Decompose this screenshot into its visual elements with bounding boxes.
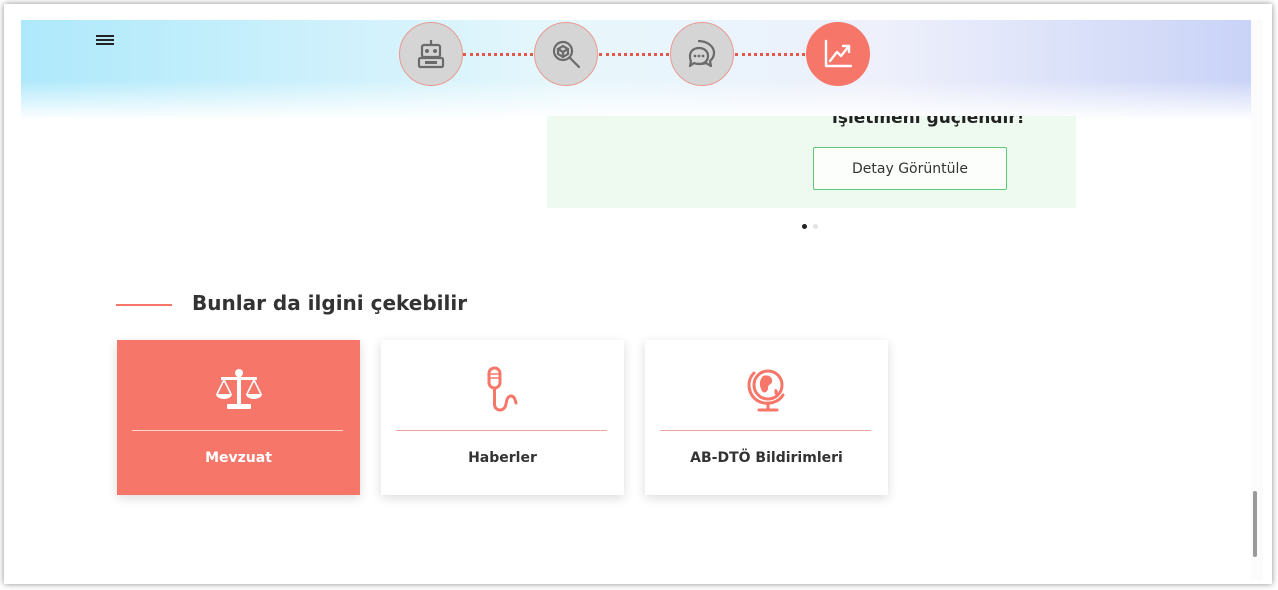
trend-chart-icon	[824, 39, 853, 68]
promo-heading: işletmeni güçlendir!	[832, 116, 1025, 128]
section-accent-line	[116, 304, 172, 306]
detail-button[interactable]: Detay Görüntüle	[813, 147, 1007, 190]
step-growth[interactable]	[806, 22, 870, 86]
step-connector	[735, 53, 805, 56]
card-divider	[132, 430, 343, 431]
card-divider	[396, 430, 607, 431]
chat-bubbles-icon	[688, 39, 716, 68]
box-search-icon	[552, 40, 581, 69]
card-label: Haberler	[468, 450, 537, 466]
card-divider	[660, 430, 871, 431]
step-connector	[599, 53, 669, 56]
card-label: AB-DTÖ Bildirimleri	[690, 450, 843, 466]
robot-icon	[417, 40, 445, 69]
step-chat[interactable]	[670, 22, 734, 86]
step-search[interactable]	[534, 22, 598, 86]
scrollbar-thumb[interactable]	[1253, 491, 1257, 557]
globe-icon	[747, 369, 784, 412]
section-title: Bunlar da ilgini çekebilir	[192, 291, 468, 315]
step-connector	[463, 53, 533, 56]
carousel-dot[interactable]	[813, 224, 818, 229]
microphone-icon	[487, 366, 517, 412]
hamburger-menu-icon[interactable]	[96, 33, 114, 47]
scales-icon	[215, 369, 262, 409]
step-robot[interactable]	[399, 22, 463, 86]
card-haberler[interactable]: Haberler	[381, 340, 624, 495]
card-mevzuat[interactable]: Mevzuat	[117, 340, 360, 495]
carousel-dot-active[interactable]	[802, 224, 807, 229]
header-background	[21, 20, 1251, 120]
card-label: Mevzuat	[205, 450, 272, 466]
promo-banner: işletmeni güçlendir! Detay Görüntüle	[547, 116, 1076, 208]
card-ab-dto[interactable]: AB-DTÖ Bildirimleri	[645, 340, 888, 495]
page: işletmeni güçlendir! Detay Görüntüle Bun…	[21, 20, 1251, 580]
browser-frame: işletmeni güçlendir! Detay Görüntüle Bun…	[4, 4, 1272, 584]
